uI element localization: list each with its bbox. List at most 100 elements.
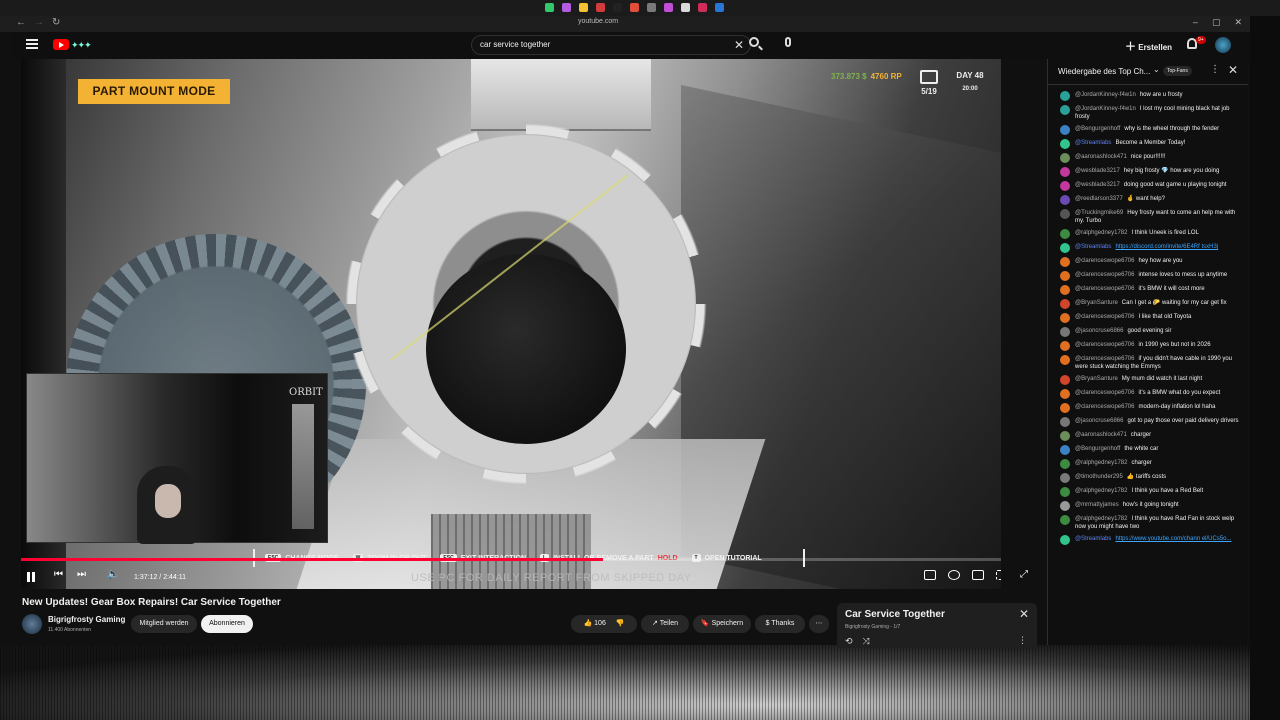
chat-author[interactable]: @BryanSanture — [1075, 376, 1118, 382]
chat-author[interactable]: @JordanKinney-f4w1n — [1075, 92, 1136, 98]
chat-author[interactable]: @aaronashlock471 — [1075, 432, 1127, 438]
progress-bar[interactable] — [21, 558, 1001, 561]
chat-avatar[interactable] — [1060, 91, 1070, 101]
chat-author[interactable]: @clarenceswope6706 — [1075, 404, 1134, 410]
chat-avatar[interactable] — [1060, 195, 1070, 205]
chat-avatar[interactable] — [1060, 459, 1070, 469]
settings-icon[interactable] — [948, 570, 960, 580]
chat-avatar[interactable] — [1060, 327, 1070, 337]
chat-avatar[interactable] — [1060, 515, 1070, 525]
create-button[interactable]: ＋ Erstellen — [1125, 38, 1172, 54]
top-fans-badge[interactable]: Top-Fans — [1163, 66, 1192, 76]
theater-icon[interactable] — [996, 570, 1001, 580]
more-actions-icon[interactable]: ⋯ — [809, 615, 829, 633]
chat-author[interactable]: @ralphgedney1782 — [1075, 230, 1127, 236]
chat-author[interactable]: @ralphgedney1782 — [1075, 460, 1127, 466]
extension-icon[interactable] — [715, 3, 724, 12]
chat-avatar[interactable] — [1060, 257, 1070, 267]
chat-avatar[interactable] — [1060, 431, 1070, 441]
chat-author[interactable]: @aaronashlock471 — [1075, 154, 1127, 160]
chat-link[interactable]: https://discord.com/invite/6E4Rf tsxH3j — [1115, 244, 1218, 250]
chat-author[interactable]: @clarenceswope6706 — [1075, 356, 1134, 362]
loop-icon[interactable]: ⟲ — [845, 636, 853, 647]
search-value[interactable]: car service together — [480, 40, 550, 49]
chat-author[interactable]: @wesblade3217 — [1075, 168, 1120, 174]
chat-author[interactable]: @Bengurgenhoff — [1075, 126, 1120, 132]
menu-icon[interactable] — [26, 39, 38, 49]
thumbs-down-icon[interactable]: 👎 — [616, 620, 625, 627]
extension-icon[interactable] — [630, 3, 639, 12]
pause-icon[interactable] — [27, 572, 35, 582]
shuffle-icon[interactable]: ⤨ — [863, 636, 870, 647]
extension-icon[interactable] — [562, 3, 571, 12]
chat-author[interactable]: @jasoncruse6866 — [1075, 328, 1123, 334]
extension-icon[interactable] — [647, 3, 656, 12]
search-icon[interactable] — [749, 37, 759, 47]
avatar[interactable] — [1215, 37, 1231, 53]
reload-icon[interactable]: ↻ — [52, 17, 60, 28]
chat-link[interactable]: https://www.youtube.com/chann el/UCs5o..… — [1115, 536, 1231, 542]
volume-icon[interactable]: 🔈 — [107, 569, 119, 580]
fullscreen-icon[interactable]: ⤢ — [1020, 569, 1028, 580]
forward-icon[interactable]: → — [34, 17, 44, 28]
chat-title[interactable]: Wiedergabe des Top Ch... — [1058, 67, 1150, 76]
close-playlist-icon[interactable]: ✕ — [1019, 607, 1029, 621]
chat-author[interactable]: @ralphgedney1782 — [1075, 488, 1127, 494]
chat-author[interactable]: @BryanSanture — [1075, 300, 1118, 306]
video-player[interactable]: PART MOUNT MODE 373.873 $4760 RP 5/19 DA… — [21, 59, 1001, 589]
chevron-down-icon[interactable]: ⌄ — [1153, 65, 1160, 74]
extension-icon[interactable] — [596, 3, 605, 12]
chat-avatar[interactable] — [1060, 167, 1070, 177]
chat-author[interactable]: @timothunder295 — [1075, 474, 1123, 480]
minimize-icon[interactable]: – — [1193, 17, 1198, 28]
chat-author[interactable]: @clarenceswope6706 — [1075, 258, 1134, 264]
share-button[interactable]: ↗ Teilen — [641, 615, 689, 633]
chat-avatar[interactable] — [1060, 285, 1070, 295]
playlist-more-icon[interactable]: ⋮ — [1018, 635, 1027, 646]
chat-author[interactable]: @clarenceswope6706 — [1075, 314, 1134, 320]
chat-author[interactable]: @wesblade3217 — [1075, 182, 1120, 188]
subscribe-button[interactable]: Abonnieren — [201, 615, 253, 633]
url-text[interactable]: youtube.com — [578, 18, 618, 25]
chat-avatar[interactable] — [1060, 341, 1070, 351]
chat-avatar[interactable] — [1060, 243, 1070, 253]
chat-avatar[interactable] — [1060, 271, 1070, 281]
extension-icon[interactable] — [664, 3, 673, 12]
chat-author[interactable]: @reedlarson3377 — [1075, 196, 1123, 202]
chat-author[interactable]: @clarenceswope6706 — [1075, 286, 1134, 292]
chat-avatar[interactable] — [1060, 139, 1070, 149]
chat-avatar[interactable] — [1060, 229, 1070, 239]
maximize-icon[interactable]: ▢ — [1212, 17, 1221, 28]
playlist-title[interactable]: Car Service Together — [845, 609, 945, 620]
chat-avatar[interactable] — [1060, 403, 1070, 413]
chat-author[interactable]: @ralphgedney1782 — [1075, 516, 1127, 522]
chat-author[interactable]: @Streamlabs — [1075, 244, 1111, 250]
chat-message-list[interactable]: @JordanKinney-f4w1n how are u frosty @Jord… — [1048, 89, 1248, 644]
youtube-logo-icon[interactable] — [53, 39, 69, 50]
doodle-icon[interactable]: ✦✦✦ — [71, 40, 92, 51]
chat-avatar[interactable] — [1060, 535, 1070, 545]
clear-search-icon[interactable]: ✕ — [734, 38, 744, 52]
chat-menu-icon[interactable]: ⋮ — [1210, 64, 1220, 75]
chat-author[interactable]: @Truckingmike69 — [1075, 210, 1123, 216]
chat-avatar[interactable] — [1060, 105, 1070, 115]
chat-avatar[interactable] — [1060, 153, 1070, 163]
extension-icon[interactable] — [579, 3, 588, 12]
chat-author[interactable]: @Streamlabs — [1075, 140, 1111, 146]
close-chat-icon[interactable]: ✕ — [1228, 63, 1238, 77]
extension-icon[interactable] — [613, 3, 622, 12]
chat-avatar[interactable] — [1060, 313, 1070, 323]
search-input[interactable]: car service together ✕ — [471, 35, 751, 55]
chat-author[interactable]: @mrmattyjames — [1075, 502, 1119, 508]
chat-avatar[interactable] — [1060, 501, 1070, 511]
chat-avatar[interactable] — [1060, 125, 1070, 135]
chat-author[interactable]: @jasoncruse6866 — [1075, 418, 1123, 424]
chat-author[interactable]: @Bengurgenhoff — [1075, 446, 1120, 452]
channel-name[interactable]: Bigrigfrosty Gaming — [48, 615, 125, 624]
chat-avatar[interactable] — [1060, 299, 1070, 309]
thanks-button[interactable]: $ Thanks — [755, 615, 805, 633]
back-icon[interactable]: ← — [16, 17, 26, 28]
extension-icon[interactable] — [698, 3, 707, 12]
chat-author[interactable]: @clarenceswope6706 — [1075, 272, 1134, 278]
chat-avatar[interactable] — [1060, 417, 1070, 427]
